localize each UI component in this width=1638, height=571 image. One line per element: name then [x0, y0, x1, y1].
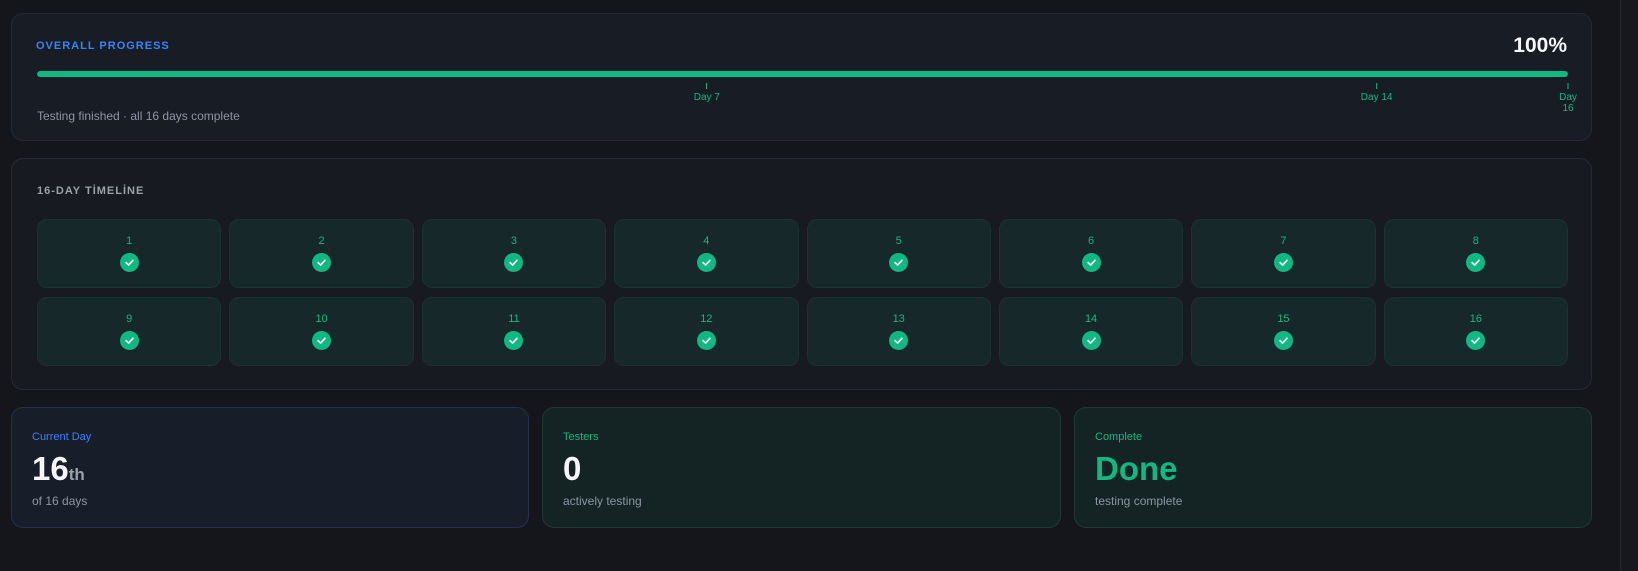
- timeline-card: 16-DAY TİMELİNE 1 2 3 4 5 6 7 8 9 10 11 12 13 14 15 16: [11, 158, 1592, 390]
- overall-progress-percent: 100%: [1513, 34, 1567, 57]
- milestone-label: Day 14: [1360, 92, 1393, 103]
- testers-label: Testers: [563, 431, 599, 443]
- overall-progress-card: OVERALL PROGRESS 100% Day 7 Day 14 Day 16 …: [11, 13, 1592, 141]
- timeline-day: 15: [1191, 297, 1376, 366]
- day-number: 4: [703, 235, 710, 247]
- day-number: 2: [318, 235, 325, 247]
- day-number: 5: [895, 235, 902, 247]
- check-circle-icon: [889, 253, 909, 272]
- day-number: 12: [700, 313, 713, 325]
- milestone-label: Day 7: [693, 92, 720, 103]
- day-number: 10: [315, 313, 328, 325]
- timeline-day: 14: [998, 297, 1184, 366]
- check-circle-icon: [1273, 253, 1293, 272]
- milestone-tick: [706, 83, 708, 89]
- current-day-card: Current Day 16th of 16 days: [11, 407, 529, 528]
- day-number: 13: [892, 313, 905, 325]
- testers-sub: actively testing: [563, 494, 642, 508]
- check-circle-icon: [1081, 253, 1101, 272]
- milestone-day-14: Day 14: [1360, 83, 1393, 103]
- timeline-day: 6: [998, 219, 1184, 288]
- timeline-day: 8: [1383, 219, 1568, 288]
- current-day-sub: of 16 days: [32, 494, 88, 508]
- day-number: 9: [126, 313, 133, 325]
- progress-status-text: Testing finished · all 16 days complete: [37, 109, 240, 123]
- testers-value: 0: [563, 450, 582, 487]
- milestone-tick: [1376, 83, 1378, 89]
- milestone-tick: [1567, 83, 1569, 89]
- day-number: 8: [1472, 235, 1479, 247]
- check-circle-icon: [119, 253, 139, 272]
- timeline-day: 11: [421, 297, 607, 366]
- timeline-grid: 1 2 3 4 5 6 7 8 9 10 11 12 13 14 15 16: [37, 219, 1568, 366]
- check-circle-icon: [119, 331, 139, 350]
- timeline-day: 4: [614, 219, 799, 288]
- check-circle-icon: [1273, 331, 1293, 350]
- timeline-title: 16-DAY TİMELİNE: [37, 185, 145, 197]
- check-circle-icon: [504, 253, 524, 272]
- progress-fill: [37, 71, 1568, 77]
- timeline-day: 1: [37, 219, 222, 288]
- milestone-day-16: Day 16: [1557, 83, 1580, 114]
- timeline-day: 12: [614, 297, 799, 366]
- day-number: 7: [1280, 235, 1287, 247]
- current-day-label: Current Day: [32, 431, 92, 443]
- timeline-day: 2: [229, 219, 414, 288]
- timeline-day: 3: [421, 219, 607, 288]
- day-number: 14: [1084, 313, 1098, 325]
- check-circle-icon: [1466, 331, 1486, 350]
- complete-card: Complete Done testing complete: [1074, 407, 1592, 528]
- timeline-day: 5: [806, 219, 991, 288]
- complete-value: Done: [1095, 450, 1178, 487]
- day-number: 3: [510, 235, 517, 247]
- current-day-number: 16: [32, 450, 69, 487]
- overall-progress-label: OVERALL PROGRESS: [36, 40, 170, 52]
- check-circle-icon: [504, 331, 524, 350]
- check-circle-icon: [312, 331, 332, 350]
- testers-card: Testers 0 actively testing: [542, 407, 1061, 528]
- timeline-day: 13: [806, 297, 991, 366]
- page-scrollbar[interactable]: [1620, 0, 1638, 571]
- timeline-day: 16: [1383, 297, 1568, 366]
- milestone-label: Day 16: [1559, 92, 1577, 114]
- current-day-value: 16th: [32, 452, 85, 485]
- timeline-day: 7: [1191, 219, 1376, 288]
- current-day-suffix: th: [68, 465, 85, 484]
- check-circle-icon: [1466, 253, 1486, 272]
- timeline-day: 9: [37, 297, 222, 366]
- day-number: 6: [1088, 235, 1095, 247]
- complete-label: Complete: [1095, 431, 1143, 443]
- day-number: 11: [508, 313, 520, 325]
- day-number: 1: [126, 235, 133, 247]
- milestone-day-7: Day 7: [694, 83, 720, 103]
- check-circle-icon: [1081, 331, 1101, 350]
- check-circle-icon: [312, 253, 332, 272]
- day-number: 16: [1469, 313, 1482, 325]
- progress-track: [37, 71, 1568, 77]
- testing-dashboard: OVERALL PROGRESS 100% Day 7 Day 14 Day 16 …: [0, 0, 1638, 571]
- check-circle-icon: [696, 331, 716, 350]
- check-circle-icon: [696, 253, 716, 272]
- timeline-day: 10: [229, 297, 414, 366]
- complete-sub: testing complete: [1095, 494, 1183, 508]
- day-number: 15: [1277, 313, 1290, 325]
- check-circle-icon: [889, 331, 909, 350]
